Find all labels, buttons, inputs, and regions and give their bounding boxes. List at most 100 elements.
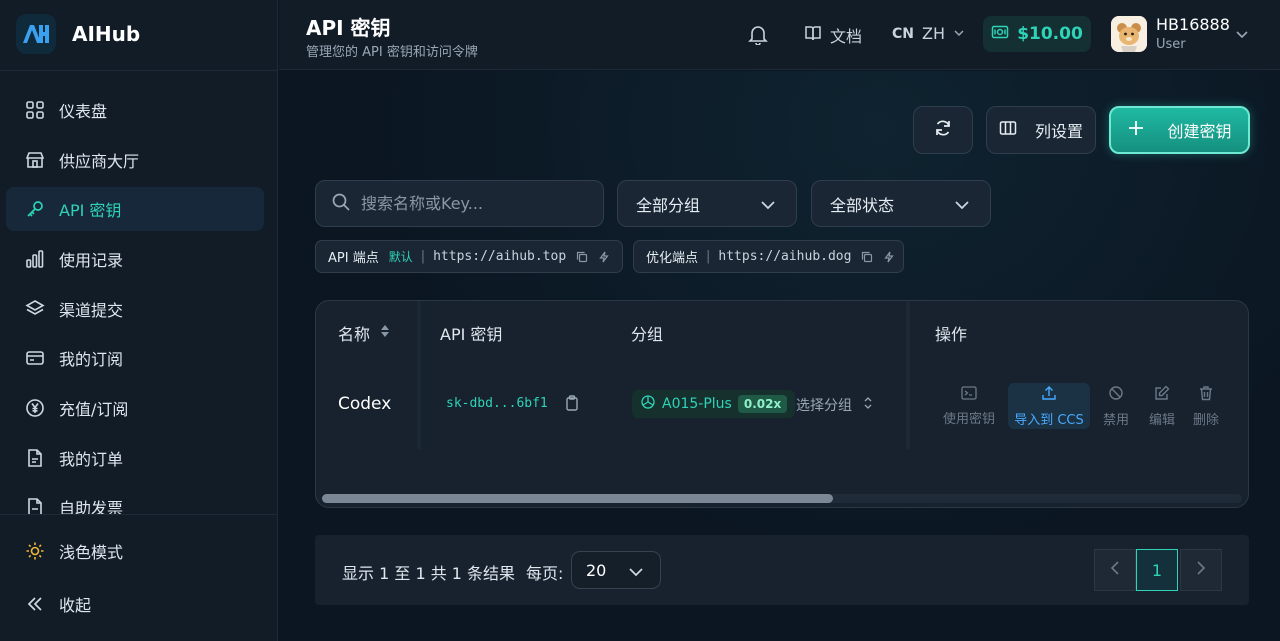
edit-icon [1154,385,1170,405]
layers-icon [24,298,46,320]
sidebar-item-dashboard[interactable]: 仪表盘 [6,88,264,132]
bolt-icon[interactable] [598,251,610,263]
user-menu-chevron-icon[interactable] [1234,26,1250,46]
next-page-button[interactable] [1180,549,1222,591]
sort-icon [380,323,390,343]
sidebar-item-subscriptions[interactable]: 我的订阅 [6,336,264,380]
disable-button[interactable]: 禁用 [1096,383,1136,429]
plus-icon [1127,119,1145,141]
sidebar-item-orders[interactable]: 我的订单 [6,436,264,480]
store-icon [24,149,46,171]
brand[interactable]: AIHub [16,14,140,54]
use-key-label: 使用密钥 [942,412,995,427]
docs-label: 文档 [830,27,863,46]
sidebar-item-channel-submit[interactable]: 渠道提交 [6,287,264,331]
theme-toggle-button[interactable]: 浅色模式 [6,529,264,573]
copy-icon[interactable] [576,251,588,263]
per-page-value: 20 [586,560,607,580]
refresh-button[interactable] [913,106,973,154]
endpoint-label: API 端点 [328,251,379,266]
column-divider [417,301,421,449]
language-code: CN [892,25,914,42]
terminal-icon [961,385,977,404]
optimized-endpoint-chip: 优化端点 | https://aihub.dog [633,240,904,273]
collapse-sidebar-button[interactable]: 收起 [6,582,264,626]
default-tag: 默认 [388,250,413,264]
sidebar-nav: 仪表盘 供应商大厅 API 密钥 使用记录 渠道提交 我的订阅 充值/订阅 我的… [0,86,278,514]
select-group-dropdown[interactable]: 选择分组 [796,395,872,415]
sidebar-item-label: API 密钥 [59,201,122,220]
group-filter-select[interactable]: 全部分组 [617,180,797,227]
user-role: User [1156,37,1186,52]
page-button-current[interactable]: 1 [1136,549,1178,591]
column-settings-button[interactable]: 列设置 [986,106,1096,154]
page-title: API 密钥 [306,16,391,40]
sidebar-item-recharge[interactable]: 充值/订阅 [6,386,264,430]
column-header-name[interactable]: 名称 [338,321,390,345]
book-icon [804,24,822,46]
results-summary: 显示 1 至 1 共 1 条结果 [342,564,516,583]
select-group-label: 选择分组 [796,398,852,414]
per-page-select[interactable]: 20 [571,551,661,589]
column-header-key: API 密钥 [440,325,503,344]
columns-icon [999,120,1017,140]
language-selector[interactable]: CN ZH [892,24,965,43]
top-header: API 密钥 管理您的 API 密钥和访问令牌 文档 CN ZH $10.00 [279,0,1280,70]
edit-label: 编辑 [1148,412,1175,428]
api-keys-table: 名称 API 密钥 分组 操作 Codex sk-dbd...6bf1 A015… [315,300,1249,508]
sidebar-item-label: 我的订阅 [59,350,124,369]
page-subtitle: 管理您的 API 密钥和访问令牌 [306,45,478,60]
create-key-label: 创建密钥 [1167,122,1232,141]
brand-name: AIHub [72,22,141,46]
chevron-right-icon [1195,560,1207,580]
search-input[interactable] [361,194,591,213]
sidebar-divider [0,70,278,71]
prev-page-button[interactable] [1094,549,1136,591]
brand-logo-icon [16,14,56,54]
sidebar-item-usage[interactable]: 使用记录 [6,237,264,281]
user-name: HB16888 [1156,15,1230,34]
status-filter-select[interactable]: 全部状态 [811,180,991,227]
collapse-label: 收起 [59,596,92,615]
use-key-button[interactable]: 使用密钥 [941,383,997,429]
docs-button[interactable]: 文档 [804,23,862,47]
balance-value: $10.00 [1017,24,1083,44]
pagination-bar: 显示 1 至 1 共 1 条结果 每页: 20 1 [315,535,1249,605]
document-icon [24,447,46,469]
balance-badge[interactable]: $10.00 [983,16,1091,52]
chevron-left-icon [1109,560,1121,580]
group-badge[interactable]: A015-Plus 0.02x [632,390,796,418]
delete-button[interactable]: 删除 [1186,383,1226,429]
horizontal-scrollbar[interactable] [322,494,1242,503]
edit-button[interactable]: 编辑 [1142,383,1182,429]
chevron-down-icon [628,564,644,583]
endpoint-label: 优化端点 [646,251,699,266]
endpoint-url: https://aihub.dog [718,249,852,264]
import-ccs-button[interactable]: 导入到 CCS [1008,383,1090,429]
create-key-button[interactable]: 创建密钥 [1109,106,1250,154]
sidebar-item-invoice[interactable]: 自助发票 [6,485,264,514]
separator: | [706,249,711,264]
key-value-cell[interactable]: sk-dbd...6bf1 [446,396,548,411]
avatar[interactable] [1111,16,1147,52]
delete-label: 删除 [1192,412,1219,428]
sidebar-item-label: 自助发票 [59,499,124,514]
column-divider [906,301,910,449]
copy-icon[interactable] [861,251,873,263]
sidebar-item-api-keys[interactable]: API 密钥 [6,187,264,231]
column-header-label: 名称 [338,325,371,344]
disable-label: 禁用 [1102,412,1129,428]
key-icon [24,198,46,220]
bolt-icon[interactable] [883,251,895,263]
refresh-icon [933,118,953,142]
scrollbar-thumb[interactable] [322,494,833,503]
sidebar-item-provider-hall[interactable]: 供应商大厅 [6,138,264,182]
yen-coin-icon [24,397,46,419]
group-name: A015-Plus [662,396,732,412]
notifications-button[interactable] [747,23,769,49]
clipboard-icon[interactable] [565,395,579,415]
search-box[interactable] [315,180,604,227]
trash-icon [1198,385,1214,405]
credit-card-icon [24,347,46,369]
sidebar-item-label: 使用记录 [59,251,124,270]
